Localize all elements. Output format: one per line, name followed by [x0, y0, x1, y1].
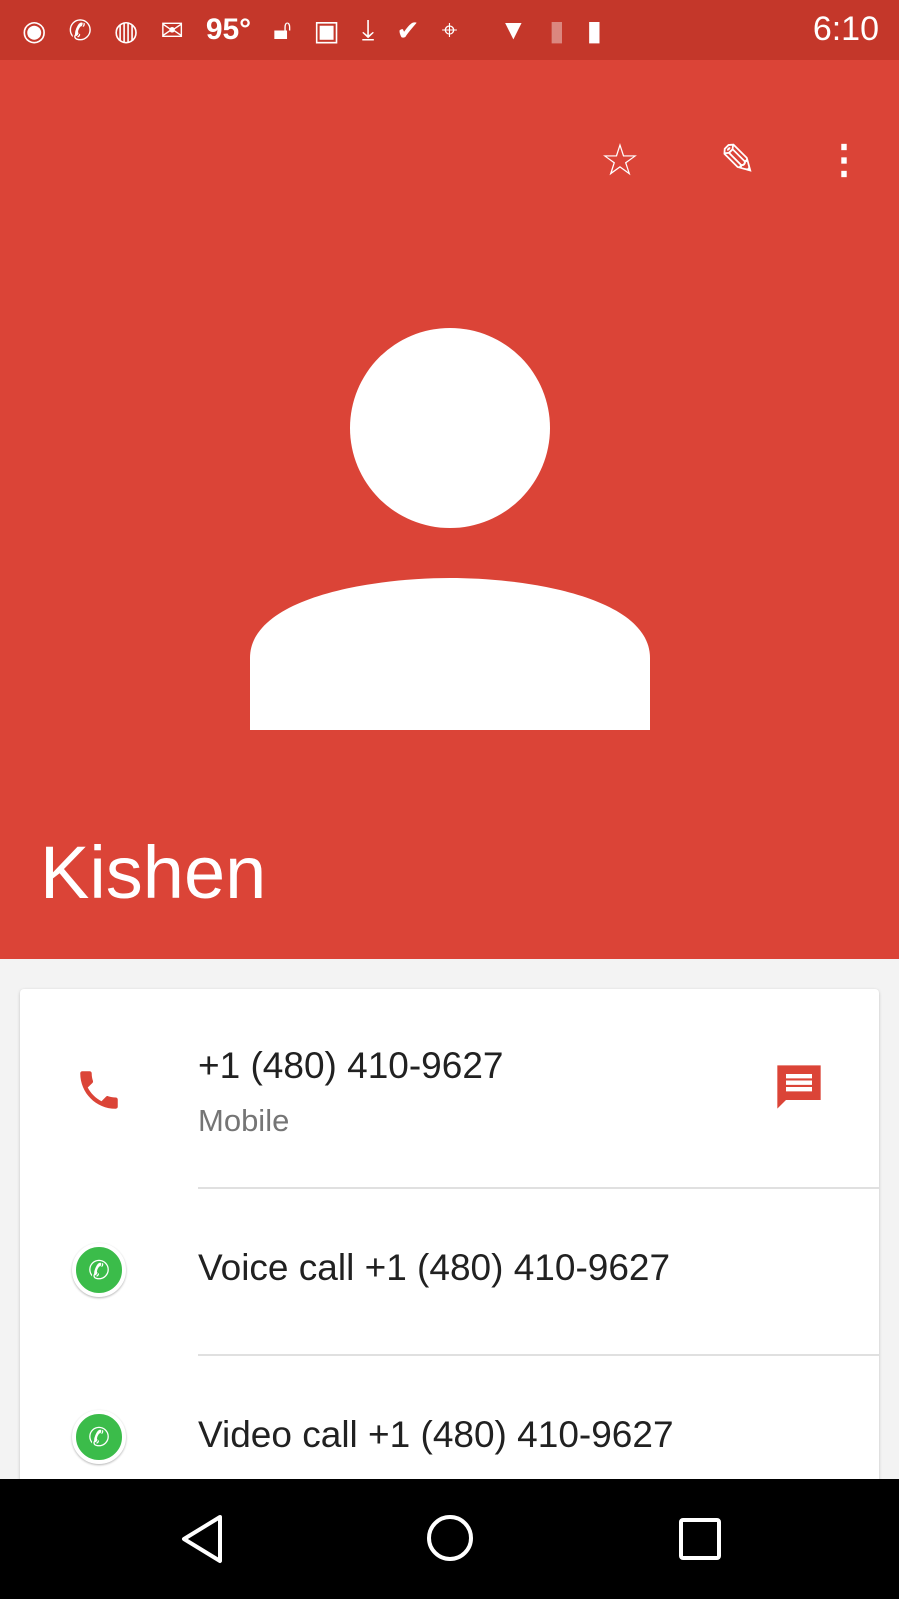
maps-icon: ⌖: [441, 13, 458, 45]
whatsapp-icon: ✆: [72, 1410, 126, 1464]
contact-header: ☆ ✎ ⋮ Kishen: [0, 60, 899, 959]
battery-icon: ▮: [586, 14, 602, 46]
spotify-icon: ◉: [22, 14, 47, 46]
video-call-label: Video call +1 (480) 410-9627: [198, 1414, 674, 1455]
recents-button[interactable]: [678, 1517, 722, 1566]
no-sim-icon: ▮: [549, 14, 565, 46]
contact-name: Kishen: [40, 831, 267, 914]
avatar-placeholder-icon: [250, 328, 650, 730]
download-icon: ⤓: [361, 13, 375, 45]
whatsapp-voice-call-row[interactable]: ✆ Voice call +1 (480) 410-9627: [20, 1189, 879, 1355]
gmail-icon: ✉: [160, 14, 184, 46]
home-button[interactable]: [425, 1513, 475, 1568]
temperature: 95°: [205, 13, 252, 46]
more-options-button[interactable]: ⋮: [814, 130, 874, 190]
clock: 6:10: [812, 10, 879, 48]
favorite-star-button[interactable]: ☆: [590, 130, 650, 190]
status-bar: ◉ ✆ ◍ ✉ 95° 🔓︎ ▣ ⤓ ✔ ⌖ ▼ ▮ ▮ 6:10: [0, 0, 899, 60]
voice-call-label: Voice call +1 (480) 410-9627: [198, 1247, 671, 1288]
whatsapp-icon: ✆: [68, 14, 92, 46]
navigation-bar: [0, 1479, 899, 1599]
phone-type: Mobile: [198, 1103, 290, 1138]
check-icon: ✔: [396, 14, 420, 46]
message-button[interactable]: [773, 1061, 825, 1113]
phone-icon: [80, 1071, 118, 1109]
pa-icon: ◍: [113, 14, 139, 46]
edit-button[interactable]: ✎: [708, 130, 768, 190]
wifi-icon: ▼: [499, 14, 528, 45]
contact-details-card: +1 (480) 410-9627 Mobile ✆ Voice call +1…: [20, 989, 879, 1509]
phone-row[interactable]: +1 (480) 410-9627 Mobile: [20, 989, 879, 1189]
image-icon: ▣: [313, 14, 340, 46]
back-button[interactable]: [178, 1513, 226, 1570]
whatsapp-icon: ✆: [72, 1243, 126, 1297]
lock-open-icon: 🔓︎: [273, 13, 292, 45]
phone-number: +1 (480) 410-9627: [198, 1045, 504, 1086]
